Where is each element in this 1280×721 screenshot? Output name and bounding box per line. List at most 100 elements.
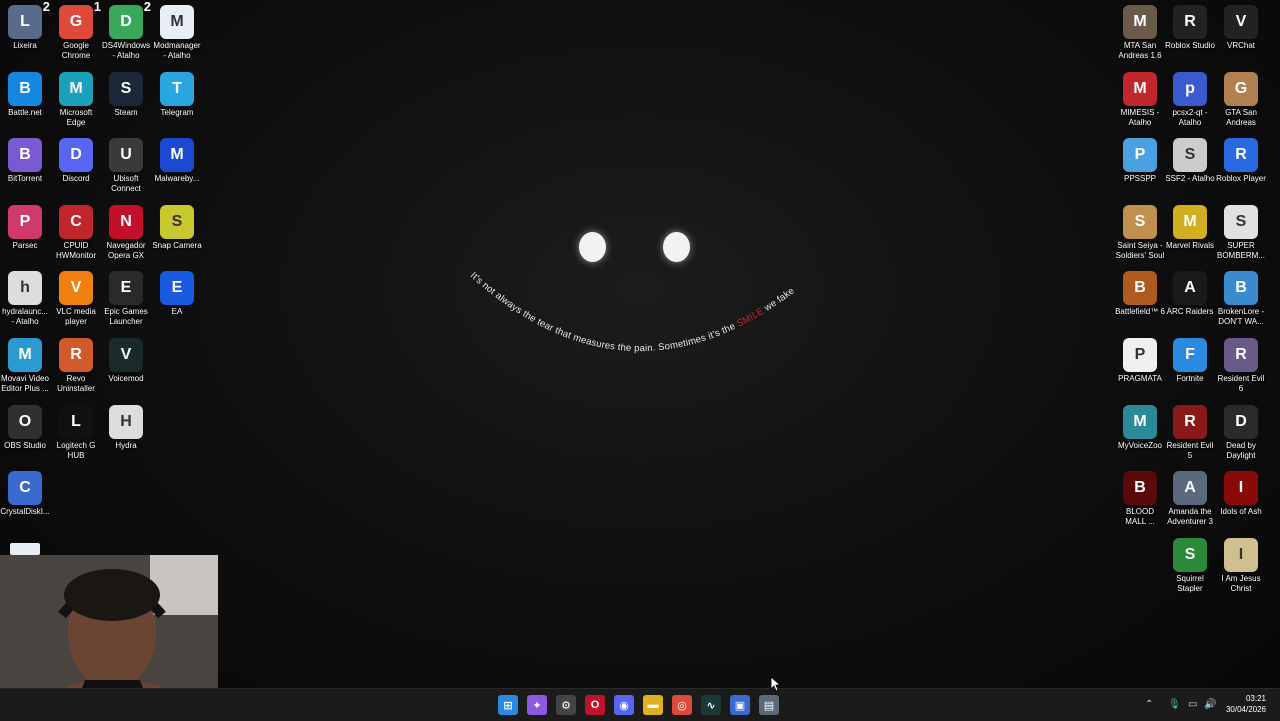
desktop-icon[interactable]: V Voicemod bbox=[101, 333, 151, 384]
desktop-icon[interactable]: S Steam bbox=[101, 67, 151, 118]
mouse-cursor bbox=[770, 676, 782, 692]
desktop-icon[interactable]: R Revo Uninstaller bbox=[51, 333, 101, 394]
desktop-icon[interactable]: S Saint Seiya - Soldiers' Soul bbox=[1115, 200, 1165, 261]
desktop-icon[interactable]: G GTA San Andreas bbox=[1216, 67, 1266, 128]
system-clock[interactable]: 03:21 30/04/2026 bbox=[1226, 693, 1266, 715]
desktop-icon-label: Saint Seiya - Soldiers' Soul bbox=[1115, 241, 1165, 260]
desktop-icon-label: pcsx2-qt - Atalho bbox=[1172, 108, 1208, 127]
arc-raiders-icon: A bbox=[1173, 271, 1207, 305]
mimesis-icon: M bbox=[1123, 72, 1157, 106]
desktop-icon[interactable]: R Resident Evil 5 bbox=[1165, 400, 1215, 461]
telegram-icon: T bbox=[160, 72, 194, 106]
desktop-icon[interactable]: M Microsoft Edge bbox=[51, 67, 101, 128]
battlefield-icon: B bbox=[1123, 271, 1157, 305]
desktop-icon[interactable]: D Dead by Daylight bbox=[1216, 400, 1266, 461]
network-icon[interactable]: ▭ bbox=[1188, 699, 1197, 710]
ubisoft-icon: U bbox=[109, 138, 143, 172]
desktop-icon[interactable]: E EA bbox=[152, 266, 202, 317]
desktop-icon[interactable]: B BrokenLore - DON'T WA... bbox=[1216, 266, 1266, 327]
desktop-icon[interactable]: B Battle.net bbox=[0, 67, 50, 118]
bomberman-icon: S bbox=[1224, 205, 1258, 239]
desktop-icon[interactable]: R Roblox Player bbox=[1216, 133, 1266, 184]
desktop-icon[interactable]: C CPUID HWMonitor bbox=[51, 200, 101, 261]
desktop-icon[interactable]: A ARC Raiders bbox=[1165, 266, 1215, 317]
desktop-icon[interactable]: H Hydra bbox=[101, 400, 151, 451]
desktop-icon[interactable]: L 2 Lixeira bbox=[0, 0, 50, 51]
discord-button[interactable]: ◉ bbox=[614, 695, 634, 715]
discord-icon: D bbox=[59, 138, 93, 172]
opera-gx-button[interactable]: O bbox=[585, 695, 605, 715]
desktop-icon[interactable]: B Battlefield™ 6 bbox=[1115, 266, 1165, 317]
desktop-icon-label: Ubisoft Connect bbox=[111, 174, 141, 193]
desktop-icon-label: Epic Games Launcher bbox=[104, 307, 148, 326]
settings-button[interactable]: ⚙ bbox=[556, 695, 576, 715]
desktop-icon[interactable]: R Roblox Studio bbox=[1165, 0, 1215, 51]
desktop-icon[interactable]: T Telegram bbox=[152, 67, 202, 118]
desktop-icon[interactable]: N Navegador Opera GX bbox=[101, 200, 151, 261]
desktop-icon[interactable]: S Squirrel Stapler bbox=[1165, 533, 1215, 594]
desktop-icon[interactable]: S Snap Camera bbox=[152, 200, 202, 251]
mta-icon: M bbox=[1123, 5, 1157, 39]
desktop-icon[interactable]: M MyVoiceZoo bbox=[1115, 400, 1165, 451]
voicemod-button[interactable]: ∿ bbox=[701, 695, 721, 715]
desktop-icon[interactable]: O OBS Studio bbox=[0, 400, 50, 451]
vlc-icon: V bbox=[59, 271, 93, 305]
desktop-icon-label: Movavi Video Editor Plus ... bbox=[1, 374, 49, 393]
installer-button[interactable]: ▤ bbox=[759, 695, 779, 715]
desktop-icon-label: Navegador Opera GX bbox=[106, 241, 146, 260]
desktop-icon[interactable]: R Resident Evil 6 bbox=[1216, 333, 1266, 394]
desktop-icon[interactable]: D 2 DS4Windows - Atalho bbox=[101, 0, 151, 61]
microphone-icon[interactable]: 🎙 bbox=[1168, 699, 1181, 710]
desktop-icon[interactable]: M MIMESIS - Atalho bbox=[1115, 67, 1165, 128]
desktop-icon[interactable]: E Epic Games Launcher bbox=[101, 266, 151, 327]
desktop-icon[interactable]: I I Am Jesus Christ bbox=[1216, 533, 1266, 594]
desktop-icon[interactable]: V VRChat bbox=[1216, 0, 1266, 51]
partial-desktop-icon[interactable] bbox=[10, 543, 40, 555]
desktop-icon[interactable]: I Idols of Ash bbox=[1216, 466, 1266, 517]
desktop-icon[interactable]: P Parsec bbox=[0, 200, 50, 251]
desktop-icon[interactable]: A Amanda the Adventurer 3 bbox=[1165, 466, 1215, 527]
desktop-icon-label: Hydra bbox=[115, 441, 137, 450]
desktop-icon[interactable]: M Movavi Video Editor Plus ... bbox=[0, 333, 50, 394]
desktop-icon[interactable]: L Logitech G HUB bbox=[51, 400, 101, 461]
volume-icon[interactable]: 🔊 bbox=[1204, 699, 1216, 710]
desktop-icon[interactable]: C CrystalDiskI... bbox=[0, 466, 50, 517]
desktop-icon[interactable]: D Discord bbox=[51, 133, 101, 184]
desktop-icon[interactable]: h hydralaunc... - Atalho bbox=[0, 266, 50, 327]
desktop-icon-label: BitTorrent bbox=[7, 174, 43, 183]
desktop-icon-label: Battlefield™ 6 bbox=[1115, 307, 1165, 316]
desktop-icon[interactable]: M Malwareby... bbox=[152, 133, 202, 184]
desktop-icon[interactable]: F Fortnite bbox=[1165, 333, 1215, 384]
desktop-icon[interactable]: P PRAGMATA bbox=[1115, 333, 1165, 384]
copilot-button[interactable]: ✦ bbox=[527, 695, 547, 715]
voicemod-icon: V bbox=[109, 338, 143, 372]
desktop-icon[interactable]: U Ubisoft Connect bbox=[101, 133, 151, 194]
desktop-icon[interactable]: G 1 Google Chrome bbox=[51, 0, 101, 61]
desktop-icon[interactable]: p pcsx2-qt - Atalho bbox=[1165, 67, 1215, 128]
start-button[interactable]: ⊞ bbox=[498, 695, 518, 715]
icon-count-badge: 2 bbox=[42, 0, 50, 14]
desktop-icon[interactable]: S SUPER BOMBERM... bbox=[1216, 200, 1266, 261]
desktop-icon-label: MIMESIS - Atalho bbox=[1120, 108, 1160, 127]
desktop-icon-label: CPUID HWMonitor bbox=[55, 241, 96, 260]
re5-icon: R bbox=[1173, 405, 1207, 439]
malwarebytes-icon: M bbox=[160, 138, 194, 172]
desktop-icon[interactable]: M Modmanager - Atalho bbox=[152, 0, 202, 61]
desktop-icon[interactable]: V VLC media player bbox=[51, 266, 101, 327]
desktop-icon[interactable]: B BLOOD MALL ... bbox=[1115, 466, 1165, 527]
desktop-icon[interactable]: P PPSSPP bbox=[1115, 133, 1165, 184]
desktop-icon-label: BrokenLore - DON'T WA... bbox=[1217, 307, 1265, 326]
chevron-up-icon[interactable]: ⌃ bbox=[1145, 699, 1153, 710]
chrome-button[interactable]: ◎ bbox=[672, 695, 692, 715]
desktop-icon-label: PPSSPP bbox=[1123, 174, 1156, 183]
desktop-icon[interactable]: S SSF2 - Atalho bbox=[1165, 133, 1215, 184]
recycle-bin-icon: L2 bbox=[8, 0, 50, 39]
desktop-icon-label: Resident Evil 5 bbox=[1166, 441, 1214, 460]
steam-icon: S bbox=[109, 72, 143, 106]
file-explorer-button[interactable]: ▬ bbox=[643, 695, 663, 715]
display-app-button[interactable]: ▣ bbox=[730, 695, 750, 715]
desktop-icon-label: I Am Jesus Christ bbox=[1221, 574, 1261, 593]
desktop-icon[interactable]: B BitTorrent bbox=[0, 133, 50, 184]
desktop-icon[interactable]: M MTA San Andreas 1.6 bbox=[1115, 0, 1165, 61]
desktop-icon[interactable]: M Marvel Rivals bbox=[1165, 200, 1215, 251]
